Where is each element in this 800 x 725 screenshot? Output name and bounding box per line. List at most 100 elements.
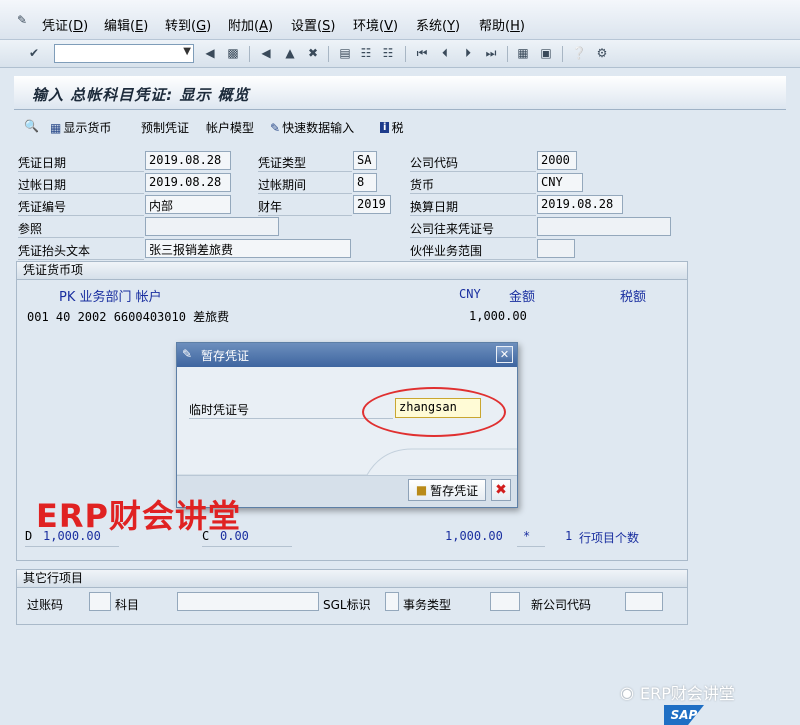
brand-caption: ◉ ERP财会讲堂 xyxy=(620,682,735,704)
translation-date-label: 换算日期 xyxy=(410,200,459,214)
find-next-icon[interactable]: ☷ xyxy=(380,45,396,61)
menu-help[interactable]: 帮助(H) xyxy=(479,15,525,34)
item-amount: 1,000.00 xyxy=(469,309,527,323)
first-page-icon[interactable]: ⏮ xyxy=(414,45,430,61)
menu-goto[interactable]: 转到(G) xyxy=(165,15,211,34)
previous-page-icon[interactable]: ⏴ xyxy=(437,45,453,61)
enter-check-icon[interactable]: ✔ xyxy=(26,45,42,61)
menu-extras[interactable]: 附加(A) xyxy=(228,15,273,34)
close-icon[interactable]: ✕ xyxy=(496,346,513,363)
hold-document-button[interactable]: ■ 暂存凭证 xyxy=(408,479,486,501)
find-icon[interactable]: ☷ xyxy=(358,45,374,61)
shortcut-icon[interactable]: ▣ xyxy=(538,45,554,61)
balance-total: 1,000.00 xyxy=(445,529,503,543)
new-cc-label: 新公司代码 xyxy=(531,598,592,612)
cancel-button[interactable]: ✖ xyxy=(491,479,511,501)
dialog-document-icon: ✎ xyxy=(182,347,193,361)
toolbar-separator xyxy=(507,46,508,62)
debit-flag: D xyxy=(25,529,33,543)
command-field[interactable]: ▼ xyxy=(54,44,194,63)
doc-number-field[interactable]: 内部 xyxy=(145,195,231,214)
trading-partner-field[interactable] xyxy=(537,239,575,258)
translation-date-field[interactable]: 2019.08.28 xyxy=(537,195,623,214)
header-text-label: 凭证抬头文本 xyxy=(18,244,91,258)
pencil-list-icon: ✎ xyxy=(270,120,281,135)
last-page-icon[interactable]: ⏭ xyxy=(483,45,499,61)
company-code-field[interactable]: 2000 xyxy=(537,151,577,170)
park-document-dialog: ✎ 暂存凭证 ✕ 临时凭证号 zhangsan ■ 暂存凭证 ✖ xyxy=(176,342,518,508)
tax-button[interactable]: i税 xyxy=(380,119,403,136)
help-icon[interactable]: ❔ xyxy=(571,45,587,61)
label-underline xyxy=(18,259,144,260)
next-page-icon[interactable]: ⏵ xyxy=(460,45,476,61)
menu-settings[interactable]: 设置(S) xyxy=(291,15,335,34)
currency-field[interactable]: CNY xyxy=(537,173,583,192)
items-amount-header: 金额 xyxy=(509,290,536,305)
doc-date-field[interactable]: 2019.08.28 xyxy=(145,151,231,170)
label-underline xyxy=(410,193,536,194)
exit-icon[interactable]: ▲ xyxy=(282,45,298,61)
save-icon[interactable]: ▩ xyxy=(225,45,241,61)
new-cc-field[interactable] xyxy=(625,592,663,611)
print-icon[interactable]: ▤ xyxy=(337,45,353,61)
trans-type-field[interactable] xyxy=(490,592,520,611)
sgl-field[interactable] xyxy=(385,592,399,611)
display-currency-button[interactable]: ▦ 显示货币 xyxy=(50,119,111,136)
posting-key-label: 过账码 xyxy=(27,598,64,612)
label-underline xyxy=(189,418,393,419)
menu-system[interactable]: 系统(Y) xyxy=(416,15,460,34)
history-left-icon[interactable]: ◀ xyxy=(202,45,218,61)
sap-logo: SAP xyxy=(664,705,704,725)
company-code-label: 公司代码 xyxy=(410,156,459,170)
period-field[interactable]: 8 xyxy=(353,173,377,192)
items-tax-header: 税额 xyxy=(620,290,647,305)
toolbar-separator xyxy=(249,46,250,62)
items-currency-header: CNY xyxy=(459,287,481,301)
item-line-text: 001 40 2002 6600403010 差旅费 xyxy=(27,310,230,324)
fast-entry-button[interactable]: ✎ 快速数据输入 xyxy=(270,119,354,136)
back-icon[interactable]: ◀ xyxy=(258,45,274,61)
reference-label: 参照 xyxy=(18,222,43,236)
field-underline xyxy=(517,546,545,547)
wechat-icon: ◉ xyxy=(620,682,634,702)
dialog-title-bar: ✎ 暂存凭证 ✕ xyxy=(177,343,517,367)
chevron-down-icon[interactable]: ▼ xyxy=(183,46,191,57)
application-toolbar: 🔍 ▦ 显示货币 预制凭证 帐户模型 ✎ 快速数据输入 i税 xyxy=(14,112,786,142)
doc-type-field[interactable]: SA xyxy=(353,151,377,170)
posting-date-field[interactable]: 2019.08.28 xyxy=(145,173,231,192)
other-items-group: 其它行项目 过账码 科目 SGL标识 事务类型 新公司代码 xyxy=(16,569,688,625)
menu-environment[interactable]: 环境(V) xyxy=(353,15,398,34)
standard-toolbar: ✔ ▼ ◀ ▩ ◀ ▲ ✖ ▤ ☷ ☷ ⏮ ⏴ ⏵ ⏭ ▦ ▣ ❔ ⚙ xyxy=(0,40,800,68)
account-field[interactable] xyxy=(177,592,319,611)
fiscal-year-field[interactable]: 2019 xyxy=(353,195,391,214)
new-session-icon[interactable]: ▦ xyxy=(515,45,531,61)
menu-document[interactable]: 凭证(D) xyxy=(42,15,88,34)
cancel-icon[interactable]: ✖ xyxy=(305,45,321,61)
dialog-body: 临时凭证号 zhangsan xyxy=(177,367,517,475)
reference-field[interactable] xyxy=(145,217,279,236)
header-text-field[interactable]: 张三报销差旅费 xyxy=(145,239,351,258)
period-label: 过帐期间 xyxy=(258,178,307,192)
menu-edit[interactable]: 编辑(E) xyxy=(104,15,148,34)
trans-type-label: 事务类型 xyxy=(403,598,452,612)
doc-type-label: 凭证类型 xyxy=(258,156,307,170)
toolbar-separator xyxy=(562,46,563,62)
line-items-group-title: 凭证货币项 xyxy=(17,262,687,280)
sgl-label: SGL标识 xyxy=(323,598,371,612)
label-underline xyxy=(258,171,352,172)
layout-menu-icon[interactable]: ⚙ xyxy=(594,45,610,61)
label-underline xyxy=(258,193,352,194)
park-document-button[interactable]: 预制凭证 xyxy=(141,119,189,136)
posting-date-label: 过帐日期 xyxy=(18,178,67,192)
menu-doc-icon[interactable]: ✎ xyxy=(14,12,30,28)
item-count: 1 xyxy=(565,529,573,543)
overview-button[interactable]: 🔍 xyxy=(24,119,39,133)
items-column-header: PK 业务部门 帐户 xyxy=(59,290,162,305)
label-underline xyxy=(18,171,144,172)
account-model-button[interactable]: 帐户模型 xyxy=(206,119,254,136)
highlight-ellipse xyxy=(362,387,506,437)
posting-key-field[interactable] xyxy=(89,592,111,611)
menu-bar: ✎ 凭证(D) 编辑(E) 转到(G) 附加(A) 设置(S) 环境(V) 系统… xyxy=(0,0,800,40)
cross-cc-field[interactable] xyxy=(537,217,671,236)
field-underline xyxy=(202,546,292,547)
